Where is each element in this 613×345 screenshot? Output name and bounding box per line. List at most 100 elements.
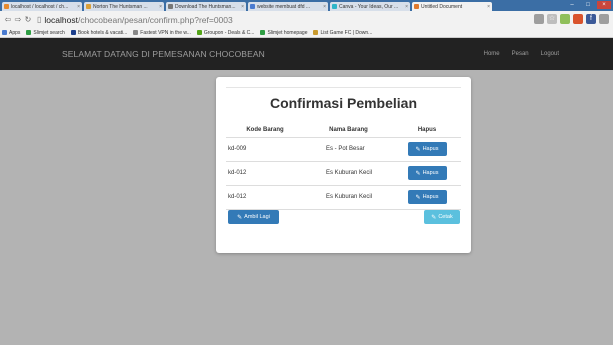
tab-label: Norton The Huntsman ... xyxy=(93,3,148,10)
cell-nama: Es - Pot Besar xyxy=(304,137,393,162)
browser-tab[interactable]: Canva - Your Ideas, Our ... × xyxy=(330,2,410,11)
cetak-button[interactable]: ✎ Cetak xyxy=(424,210,460,224)
cell-nama: Es Kuburan Kecil xyxy=(304,161,393,186)
hapus-button[interactable]: ✎ Hapus xyxy=(407,190,447,204)
edit-icon: ✎ xyxy=(431,214,437,221)
browser-tab-strip: localhost / localhost / ch... × Norton Th… xyxy=(0,0,613,11)
tab-close-icon[interactable]: × xyxy=(241,4,244,10)
cell-nama: Es Kuburan Kecil xyxy=(304,185,393,210)
star-icon[interactable]: ☆ xyxy=(547,14,557,24)
hapus-label: Hapus xyxy=(422,170,439,176)
extension-icons: ☆ f xyxy=(534,14,609,24)
cell-kode: kd-012 xyxy=(226,161,304,186)
site-navbar: SELAMAT DATANG DI PEMESANAN CHOCOBEAN Ho… xyxy=(0,38,613,70)
tab-close-icon[interactable]: × xyxy=(159,4,162,10)
tab-favicon-icon xyxy=(414,4,419,9)
tab-label: localhost / localhost / ch... xyxy=(11,3,69,10)
confirmation-card: Confirmasi Pembelian Kode Barang Nama Ba… xyxy=(216,77,471,253)
browser-tab-active[interactable]: Untitled Document × xyxy=(412,2,492,11)
tab-label: Download The Huntsman... xyxy=(175,3,236,10)
tab-close-icon[interactable]: × xyxy=(405,4,408,10)
bookmark-favicon-icon xyxy=(2,30,7,35)
bookmark-favicon-icon xyxy=(260,30,266,35)
tab-close-icon[interactable]: × xyxy=(77,4,80,10)
ambil-lagi-button[interactable]: ✎ Ambil Lagi xyxy=(228,210,279,224)
browser-tab[interactable]: website membuat dfd ... × xyxy=(248,2,328,11)
order-table: Kode Barang Nama Barang Hapus kd-009 Es … xyxy=(226,124,461,210)
minimize-icon[interactable]: – xyxy=(565,1,579,9)
bookmark-favicon-icon xyxy=(26,30,32,35)
address-bar: ⇦ ⇨ ↻ ▯ localhost/chocobean/pesan/confir… xyxy=(0,11,613,28)
hapus-label: Hapus xyxy=(422,194,439,200)
navbar-links: Home Pesan Logout xyxy=(484,38,559,70)
table-row: kd-012 Es Kuburan Kecil ✎ Hapus xyxy=(226,161,461,186)
bookmark-favicon-icon xyxy=(313,30,319,35)
bookmark-favicon-icon xyxy=(196,30,202,35)
bookmark-label: List Game FC | Down... xyxy=(320,29,373,36)
bookmark-label: Book hotels & vacati... xyxy=(77,29,128,36)
bookmark-item[interactable]: Slimjet search xyxy=(26,29,65,36)
tab-favicon-icon xyxy=(332,4,337,9)
cell-kode: kd-009 xyxy=(226,137,304,162)
bookmark-favicon-icon xyxy=(70,30,76,35)
url-host: localhost xyxy=(44,14,78,25)
table-row: kd-012 Es Kuburan Kecil ✎ Hapus xyxy=(226,185,461,210)
tab-favicon-icon xyxy=(4,4,9,9)
edit-icon: ✎ xyxy=(237,214,243,221)
tab-label: Canva - Your Ideas, Our ... xyxy=(339,3,399,10)
bookmark-item[interactable]: Apps xyxy=(2,30,20,36)
forward-arrow-icon[interactable]: ⇨ xyxy=(13,15,23,24)
nav-link-home[interactable]: Home xyxy=(484,51,500,57)
column-header-hapus: Hapus xyxy=(393,124,461,138)
facebook-icon[interactable]: f xyxy=(586,14,596,24)
url-path: /chocobean/pesan/confirm.php?ref=0003 xyxy=(77,14,233,25)
maximize-icon[interactable]: □ xyxy=(581,1,595,9)
extension-icon[interactable] xyxy=(573,14,583,24)
bookmark-label: Slimjet homepage xyxy=(267,29,308,36)
nav-link-pesan[interactable]: Pesan xyxy=(512,51,529,57)
edit-icon: ✎ xyxy=(415,194,421,201)
nav-link-logout[interactable]: Logout xyxy=(541,51,559,57)
browser-tab[interactable]: Norton The Huntsman ... × xyxy=(84,2,164,11)
table-header-row: Kode Barang Nama Barang Hapus xyxy=(226,124,461,138)
edit-icon: ✎ xyxy=(415,170,421,177)
url-field[interactable]: ▯ localhost/chocobean/pesan/confirm.php?… xyxy=(37,15,233,25)
page-icon: ▯ xyxy=(37,15,42,24)
tab-favicon-icon xyxy=(86,4,91,9)
bookmarks-bar: Apps Slimjet search Book hotels & vacati… xyxy=(0,28,613,38)
window-controls: – □ × xyxy=(565,1,611,9)
bookmark-item[interactable]: Fastest VPN in the w... xyxy=(133,30,191,36)
cetak-label: Cetak xyxy=(438,214,453,220)
hapus-label: Hapus xyxy=(422,146,439,152)
reload-icon[interactable]: ↻ xyxy=(23,15,33,24)
bookmark-label: Apps xyxy=(9,29,21,36)
edit-icon: ✎ xyxy=(415,146,421,153)
hapus-button[interactable]: ✎ Hapus xyxy=(407,142,447,156)
tab-favicon-icon xyxy=(250,4,255,9)
window-close-icon[interactable]: × xyxy=(597,1,611,9)
tab-label: website membuat dfd ... xyxy=(257,3,311,10)
bookmark-favicon-icon xyxy=(133,30,139,35)
back-arrow-icon[interactable]: ⇦ xyxy=(3,15,13,24)
bookmark-item[interactable]: Slimjet homepage xyxy=(260,30,307,36)
tab-close-icon[interactable]: × xyxy=(323,4,326,10)
column-header-kode: Kode Barang xyxy=(226,124,304,138)
ambil-lagi-label: Ambil Lagi xyxy=(244,214,270,220)
bookmark-item[interactable]: List Game FC | Down... xyxy=(313,30,372,36)
bookmark-item[interactable]: Book hotels & vacati... xyxy=(70,29,128,36)
hapus-button[interactable]: ✎ Hapus xyxy=(407,166,447,180)
browser-tab[interactable]: Download The Huntsman... × xyxy=(166,2,246,11)
translate-icon[interactable] xyxy=(534,14,544,24)
tab-label: Untitled Document xyxy=(421,3,463,10)
tab-close-icon[interactable]: × xyxy=(487,4,490,10)
menu-icon[interactable] xyxy=(599,14,609,24)
bookmark-label: Slimjet search xyxy=(33,29,65,36)
browser-tab[interactable]: localhost / localhost / ch... × xyxy=(2,2,82,11)
navbar-brand[interactable]: SELAMAT DATANG DI PEMESANAN CHOCOBEAN xyxy=(62,49,265,59)
page-title: Confirmasi Pembelian xyxy=(269,95,418,111)
tab-favicon-icon xyxy=(168,4,173,9)
bookmark-label: Fastest VPN in the w... xyxy=(140,29,191,36)
bookmark-item[interactable]: Groupon - Deals & C... xyxy=(196,29,255,36)
bookmark-label: Groupon - Deals & C... xyxy=(203,29,255,36)
extension-icon[interactable] xyxy=(560,14,570,24)
